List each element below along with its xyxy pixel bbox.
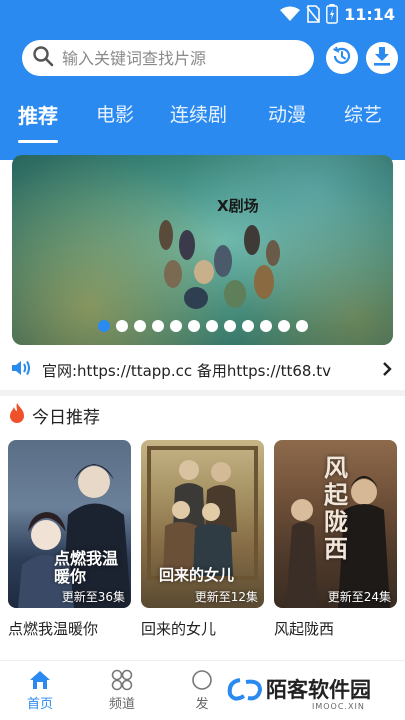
carousel-dot[interactable]: [115, 320, 128, 332]
carousel-dot[interactable]: [295, 320, 308, 332]
nav-home[interactable]: 首页: [0, 667, 80, 712]
video-poster[interactable]: 回来的女儿 更新至12集: [141, 440, 264, 608]
video-title[interactable]: 点燃我温暖你: [8, 618, 131, 639]
carousel-dot[interactable]: [133, 320, 146, 332]
no-sim-icon: [306, 5, 320, 23]
watermark: 陌客软件园 IMOOC.XIN: [222, 672, 405, 720]
download-button[interactable]: [366, 42, 398, 74]
search-bar[interactable]: [22, 40, 314, 76]
tab-anime[interactable]: 动漫: [268, 100, 306, 127]
home-icon: [0, 667, 80, 693]
channel-icon: [82, 667, 162, 693]
speaker-icon: [10, 358, 32, 382]
nav-channel[interactable]: 频道: [82, 667, 162, 712]
fire-icon: [8, 402, 26, 428]
watermark-logo: [226, 676, 264, 708]
video-title[interactable]: 风起陇西: [274, 618, 397, 639]
section-header: 今日推荐: [8, 400, 100, 430]
tab-movies[interactable]: 电影: [96, 100, 134, 127]
banner-carousel[interactable]: X剧场: [12, 155, 393, 345]
notice-bar[interactable]: 官网:https://ttapp.cc 备用https://tt68.tv: [0, 352, 405, 388]
watermark-subtext: IMOOC.XIN: [312, 702, 365, 711]
status-time: 11:14: [344, 4, 395, 24]
carousel-dot[interactable]: [151, 320, 164, 332]
poster-title-art: 风起陇西: [324, 453, 348, 563]
tab-indicator: [18, 140, 58, 143]
nav-channel-label: 频道: [108, 697, 135, 712]
update-badge: 更新至36集: [61, 590, 125, 604]
chevron-right-icon[interactable]: [381, 360, 393, 383]
wifi-icon: [280, 6, 301, 22]
poster-title-art: 点燃我温暖你: [54, 549, 119, 586]
section-title: 今日推荐: [32, 407, 100, 428]
carousel-dot[interactable]: [277, 320, 290, 332]
search-icon: [32, 45, 54, 71]
search-row: [22, 40, 398, 76]
nav-home-label: 首页: [26, 697, 53, 712]
battery-icon: [326, 4, 338, 24]
download-icon: [372, 45, 392, 71]
video-card[interactable]: 回来的女儿 更新至12集 回来的女儿: [141, 440, 264, 639]
carousel-dot[interactable]: [187, 320, 200, 332]
notice-text: 官网:https://ttapp.cc 备用https://tt68.tv: [42, 361, 331, 380]
video-poster[interactable]: 风起陇西 更新至24集: [274, 440, 397, 608]
video-poster[interactable]: 点燃我温暖你 更新至36集: [8, 440, 131, 608]
banner-logo: X剧场: [217, 197, 259, 215]
recommend-cards: 点燃我温暖你 更新至36集 点燃我温暖你 回来的女儿 更新至12集 回来的女儿: [8, 440, 398, 650]
watermark-text: 陌客软件园: [266, 678, 371, 702]
carousel-dot[interactable]: [223, 320, 236, 332]
search-input[interactable]: [62, 48, 282, 68]
history-button[interactable]: [326, 42, 358, 74]
carousel-dot[interactable]: [169, 320, 182, 332]
carousel-dot[interactable]: [205, 320, 218, 332]
header: 11:14 推荐 电影 连续剧 动漫 综艺: [0, 0, 405, 160]
section-divider: [0, 390, 405, 396]
tab-recommend[interactable]: 推荐: [18, 100, 58, 129]
banner-people: [154, 205, 284, 315]
update-badge: 更新至24集: [327, 590, 391, 604]
poster-title-art: 回来的女儿: [159, 566, 235, 584]
carousel-dot[interactable]: [259, 320, 272, 332]
carousel-dot[interactable]: [97, 320, 110, 332]
tab-series[interactable]: 连续剧: [170, 100, 227, 127]
video-card[interactable]: 风起陇西 更新至24集 风起陇西: [274, 440, 397, 639]
carousel-dot[interactable]: [241, 320, 254, 332]
video-title[interactable]: 回来的女儿: [141, 618, 264, 639]
history-icon: [331, 45, 353, 71]
status-bar: 11:14: [0, 0, 405, 28]
category-tabs: 推荐 电影 连续剧 动漫 综艺: [0, 100, 405, 143]
tab-variety[interactable]: 综艺: [344, 100, 382, 127]
carousel-dots: [0, 320, 405, 332]
video-card[interactable]: 点燃我温暖你 更新至36集 点燃我温暖你: [8, 440, 131, 639]
update-badge: 更新至12集: [194, 590, 258, 604]
